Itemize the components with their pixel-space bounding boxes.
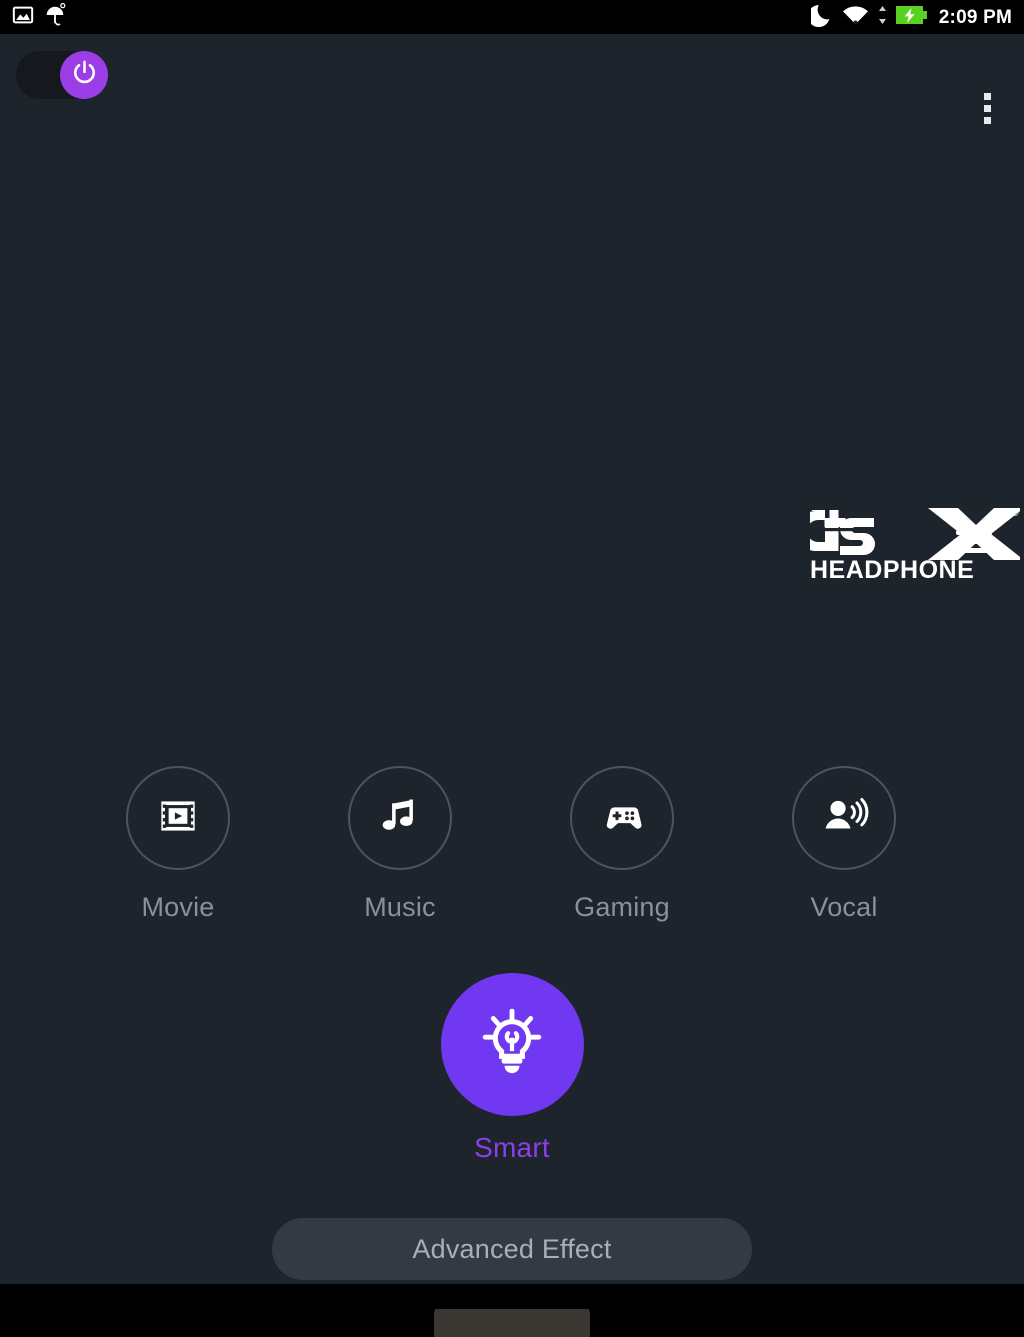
wifi-icon bbox=[842, 4, 869, 31]
preset-gaming-circle[interactable] bbox=[570, 766, 674, 870]
svg-text:HEADPHONE: HEADPHONE bbox=[810, 556, 974, 584]
status-bar-clock: 2:09 PM bbox=[938, 6, 1012, 28]
do-not-disturb-moon-icon bbox=[807, 3, 833, 32]
status-bar-right-icons: 2:09 PM bbox=[807, 3, 1012, 32]
person-speaking-icon bbox=[818, 790, 870, 847]
umbrella-icon bbox=[44, 2, 66, 32]
bottom-navigation-strip bbox=[0, 1284, 1024, 1309]
advanced-effect-button[interactable]: Advanced Effect bbox=[272, 1218, 752, 1280]
preset-smart-label: Smart bbox=[474, 1132, 550, 1163]
data-transfer-arrows-icon bbox=[878, 4, 887, 31]
lightbulb-idea-icon bbox=[473, 1003, 551, 1086]
preset-smart-circle[interactable] bbox=[440, 973, 584, 1116]
power-toggle-thumb[interactable] bbox=[60, 51, 108, 99]
preset-movie-circle[interactable] bbox=[126, 766, 230, 870]
status-bar-left-icons bbox=[12, 2, 66, 32]
battery-charging-icon bbox=[895, 4, 928, 31]
power-icon bbox=[71, 59, 98, 91]
overflow-dot bbox=[983, 104, 991, 112]
power-toggle[interactable] bbox=[16, 51, 108, 99]
preset-smart[interactable]: Smart bbox=[0, 973, 1024, 1164]
preset-vocal[interactable]: Vocal bbox=[733, 766, 955, 923]
dts-sound-app-screen: HEADPHONE ® Movie Music Gaming Vocal Sma… bbox=[0, 34, 1024, 1284]
preset-row: Movie Music Gaming Vocal bbox=[0, 766, 1024, 923]
more-vertical-icon[interactable] bbox=[972, 86, 1002, 130]
svg-text:®: ® bbox=[1012, 508, 1019, 518]
preset-music[interactable]: Music bbox=[289, 766, 511, 923]
overflow-dot bbox=[983, 116, 991, 124]
preset-movie-label: Movie bbox=[141, 892, 215, 922]
overflow-dot bbox=[983, 92, 991, 100]
screenshot-icon bbox=[12, 4, 34, 31]
gamepad-icon bbox=[596, 790, 648, 847]
preset-gaming-label: Gaming bbox=[574, 892, 670, 922]
preset-vocal-circle[interactable] bbox=[792, 766, 896, 870]
preset-music-circle[interactable] bbox=[348, 766, 452, 870]
app-top-bar bbox=[0, 34, 1024, 124]
advanced-effect-label: Advanced Effect bbox=[412, 1233, 612, 1264]
film-play-icon bbox=[153, 791, 203, 846]
preset-gaming[interactable]: Gaming bbox=[511, 766, 733, 923]
music-note-icon bbox=[375, 791, 425, 846]
preset-movie[interactable]: Movie bbox=[67, 766, 289, 923]
status-bar: 2:09 PM bbox=[0, 0, 1024, 34]
preset-music-label: Music bbox=[364, 892, 436, 922]
dts-headphone-x-logo: HEADPHONE ® bbox=[796, 504, 1024, 586]
preset-vocal-label: Vocal bbox=[810, 892, 878, 922]
